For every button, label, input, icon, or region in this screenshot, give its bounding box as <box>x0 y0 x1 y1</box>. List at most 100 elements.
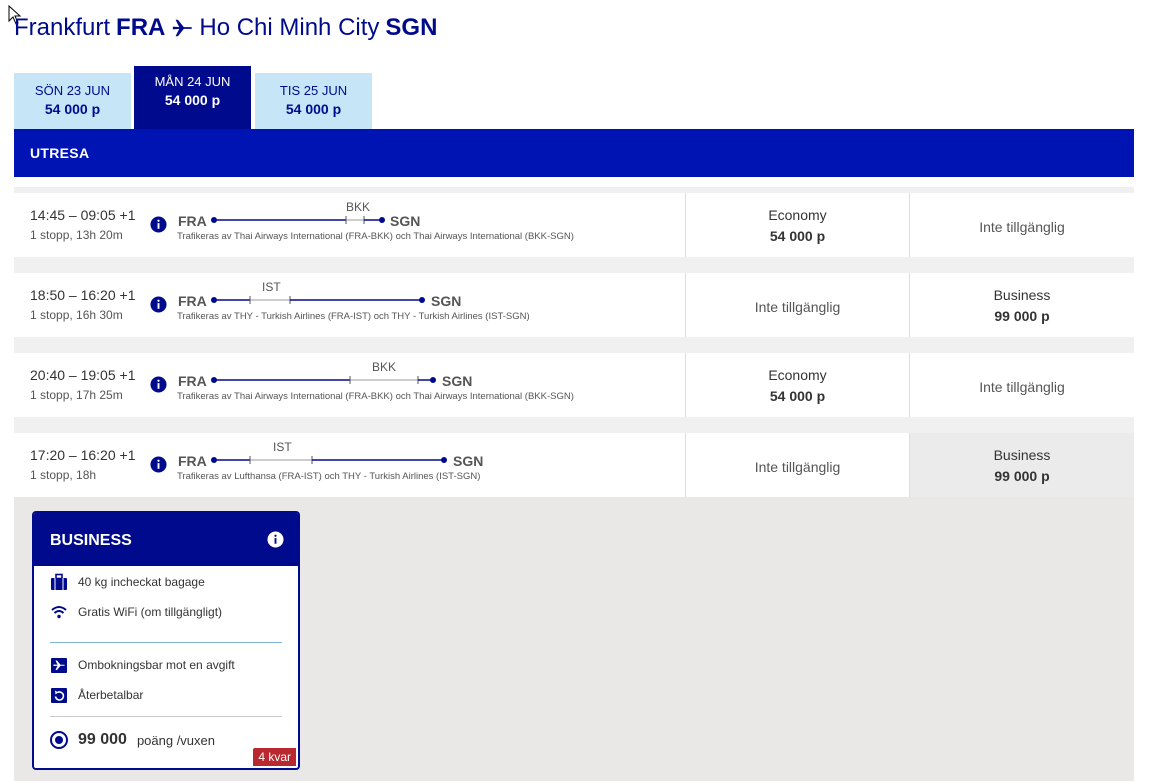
date-price: 54 000 p <box>44 101 101 117</box>
fare-card-title: BUSINESS <box>50 532 132 549</box>
date-label: TIS 25 JUN <box>279 83 348 98</box>
condition-text: Ombokningsbar mot en avgift <box>78 658 235 672</box>
flight-row[interactable]: 17:20 – 16:20 +1 1 stopp, 18h FRA IST SG… <box>14 433 1134 497</box>
origin-code: FRA <box>116 14 166 41</box>
fare-cell-business: Inte tillgänglig <box>909 353 1134 417</box>
stopover-code: BKK <box>372 360 397 374</box>
divider <box>50 716 282 717</box>
fare-unavailable: Inte tillgänglig <box>754 459 841 475</box>
fare-unavailable: Inte tillgänglig <box>979 379 1065 395</box>
info-icon[interactable] <box>150 456 167 473</box>
divider <box>50 642 282 643</box>
fare-unavailable: Inte tillgänglig <box>754 299 841 315</box>
route-title: Frankfurt FRA Ho Chi Minh City SGN <box>14 14 437 42</box>
stopover-code: BKK <box>346 200 371 214</box>
route-line <box>211 296 425 304</box>
date-tab-mon-24[interactable]: MÅN 24 JUN 54 000 p <box>134 66 251 129</box>
segment-origin: FRA <box>178 453 207 469</box>
segment-destination: SGN <box>453 453 484 469</box>
segment-destination: SGN <box>442 373 473 389</box>
feature-wifi: Gratis WiFi (om tillgängligt) <box>50 603 222 621</box>
date-price: 54 000 p <box>285 101 342 117</box>
date-tab-sun-23[interactable]: SÖN 23 JUN 54 000 p <box>14 73 131 129</box>
rebook-plane-icon <box>51 658 67 673</box>
segment-destination: SGN <box>390 213 421 229</box>
route-line <box>211 376 436 384</box>
operated-by: Trafikeras av Lufthansa (FRA-IST) och TH… <box>177 471 481 482</box>
stopover-code: IST <box>262 280 281 294</box>
flight-times: 17:20 – 16:20 +1 <box>30 447 136 463</box>
fare-class: Economy <box>768 367 827 383</box>
date-label: MÅN 24 JUN <box>154 74 231 89</box>
fare-price: 54 000 p <box>769 228 826 244</box>
fare-cell-business-selected[interactable]: Business 99 000 p <box>909 433 1134 497</box>
info-icon[interactable] <box>150 296 167 313</box>
flight-info: 14:45 – 09:05 +1 1 stopp, 13h 20m FRA BK… <box>14 193 685 257</box>
date-tabs: SÖN 23 JUN 54 000 p MÅN 24 JUN 54 000 p … <box>14 66 414 129</box>
fare-cell-business[interactable]: Business 99 000 p <box>909 273 1134 337</box>
flight-times: 18:50 – 16:20 +1 <box>30 287 136 303</box>
fare-price-line[interactable]: 99 000 poäng /vuxen <box>50 731 215 749</box>
fare-cell-economy[interactable]: Economy 54 000 p <box>685 193 909 257</box>
fare-card-header: BUSINESS <box>34 513 298 566</box>
fare-class: Business <box>993 447 1051 463</box>
flight-stops: 1 stopp, 18h <box>30 468 97 482</box>
refund-icon <box>51 688 67 703</box>
condition-rebooking: Ombokningsbar mot en avgift <box>50 656 235 674</box>
outbound-section-header: UTRESA <box>14 129 1134 177</box>
condition-text: Återbetalbar <box>78 688 144 702</box>
fare-class: Business <box>993 287 1051 303</box>
stopover-code: IST <box>273 440 292 454</box>
fare-price: 54 000 p <box>769 388 826 404</box>
wifi-icon <box>51 606 67 619</box>
date-tab-tue-25[interactable]: TIS 25 JUN 54 000 p <box>255 73 372 129</box>
condition-refundable: Återbetalbar <box>50 686 143 704</box>
fare-price: 99 000 p <box>994 308 1050 324</box>
flight-info: 20:40 – 19:05 +1 1 stopp, 17h 25m FRA BK… <box>14 353 685 417</box>
fare-cell-economy: Inte tillgänglig <box>685 273 909 337</box>
operated-by: Trafikeras av Thai Airways International… <box>177 231 574 242</box>
flight-row[interactable]: 18:50 – 16:20 +1 1 stopp, 16h 30m FRA IS… <box>14 273 1134 337</box>
origin-city: Frankfurt <box>14 14 111 41</box>
route-line <box>211 216 385 224</box>
segment-origin: FRA <box>178 373 207 389</box>
flight-info: 17:20 – 16:20 +1 1 stopp, 18h FRA IST SG… <box>14 433 685 497</box>
info-icon[interactable] <box>150 216 167 233</box>
fare-cell-economy[interactable]: Economy 54 000 p <box>685 353 909 417</box>
flight-stops: 1 stopp, 16h 30m <box>30 308 123 322</box>
route-line <box>211 456 447 464</box>
flight-info: 18:50 – 16:20 +1 1 stopp, 16h 30m FRA IS… <box>14 273 685 337</box>
segment-destination: SGN <box>431 293 462 309</box>
destination-code: SGN <box>385 14 438 41</box>
info-icon[interactable] <box>150 376 167 393</box>
fare-class: Economy <box>768 207 827 223</box>
info-icon[interactable] <box>267 531 284 548</box>
fare-radio-selected[interactable] <box>50 731 68 749</box>
feature-text: Gratis WiFi (om tillgängligt) <box>78 605 223 619</box>
feature-baggage: 40 kg incheckat bagage <box>50 573 205 591</box>
flight-stops: 1 stopp, 13h 20m <box>30 228 123 242</box>
baggage-icon <box>51 573 67 590</box>
flight-row[interactable]: 14:45 – 09:05 +1 1 stopp, 13h 20m FRA BK… <box>14 193 1134 257</box>
operated-by: Trafikeras av THY - Turkish Airlines (FR… <box>177 311 530 322</box>
fare-points-unit: poäng /vuxen <box>136 732 216 748</box>
fare-price: 99 000 p <box>994 468 1050 484</box>
flight-stops: 1 stopp, 17h 25m <box>30 388 123 402</box>
airplane-icon <box>173 19 193 37</box>
fare-cell-business: Inte tillgänglig <box>909 193 1134 257</box>
fare-points: 99 000 <box>78 731 127 748</box>
destination-city: Ho Chi Minh City <box>199 14 380 41</box>
operated-by: Trafikeras av Thai Airways International… <box>177 391 574 402</box>
date-label: SÖN 23 JUN <box>34 83 111 98</box>
fare-unavailable: Inte tillgänglig <box>979 219 1065 235</box>
flight-times: 20:40 – 19:05 +1 <box>30 367 136 383</box>
seats-remaining-badge: 4 kvar <box>253 748 296 766</box>
segment-origin: FRA <box>178 213 207 229</box>
flight-row[interactable]: 20:40 – 19:05 +1 1 stopp, 17h 25m FRA BK… <box>14 353 1134 417</box>
fare-cell-economy: Inte tillgänglig <box>685 433 909 497</box>
flight-times: 14:45 – 09:05 +1 <box>30 207 136 223</box>
segment-origin: FRA <box>178 293 207 309</box>
business-fare-card[interactable]: BUSINESS 40 kg incheckat bagage Gratis W… <box>32 511 300 770</box>
feature-text: 40 kg incheckat bagage <box>78 575 205 589</box>
date-price: 54 000 p <box>164 92 221 108</box>
